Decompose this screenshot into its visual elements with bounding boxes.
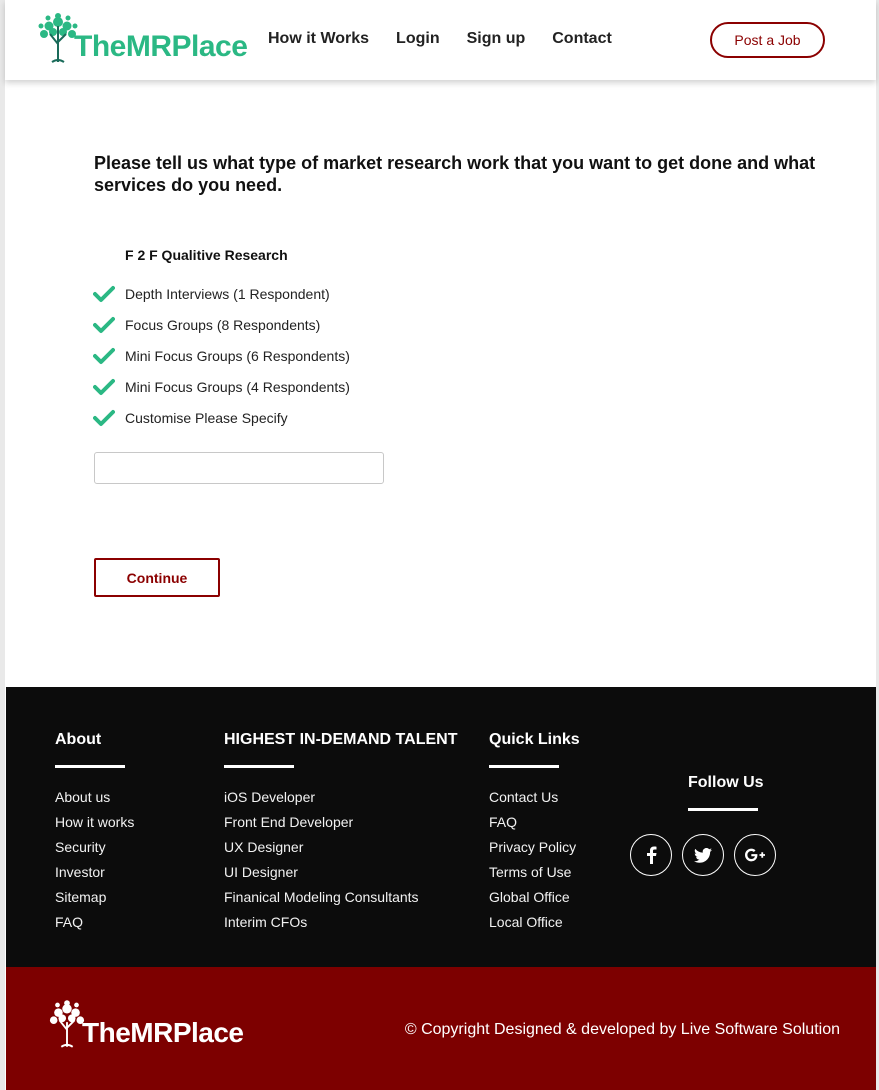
nav-contact[interactable]: Contact [552, 30, 612, 48]
footer-brand-logo[interactable]: TheMRPlace [48, 999, 244, 1049]
page-title: Please tell us what type of market resea… [94, 153, 816, 195]
footer-link[interactable]: Interim CFOs [224, 913, 457, 938]
tree-icon [49, 1000, 85, 1048]
footer-about: About About us How it works Security Inv… [55, 731, 134, 938]
facebook-icon [647, 846, 657, 864]
header: TheMRPlace How it Works Login Sign up Co… [5, 0, 876, 80]
footer-quick-links: Quick Links Contact Us FAQ Privacy Polic… [489, 731, 580, 938]
footer-link[interactable]: Security [55, 838, 134, 863]
checkmark-icon [93, 316, 115, 333]
checkmark-icon [93, 285, 115, 302]
google-plus-icon [745, 848, 765, 862]
footer-link[interactable]: Front End Developer [224, 813, 457, 838]
post-job-button[interactable]: Post a Job [710, 22, 825, 58]
footer-link[interactable]: Terms of Use [489, 863, 580, 888]
divider [688, 808, 758, 811]
nav-login[interactable]: Login [396, 30, 440, 48]
footer-link[interactable]: Contact Us [489, 788, 580, 813]
social-links [630, 834, 786, 876]
checkmark-icon [93, 347, 115, 364]
footer-link[interactable]: Global Office [489, 888, 580, 913]
footer-brand-name: TheMRPlace [82, 1017, 244, 1048]
divider [55, 765, 125, 768]
footer-link[interactable]: Investor [55, 863, 134, 888]
follow-us-title: Follow Us [688, 774, 764, 791]
brand-name: TheMRPlace [74, 30, 248, 63]
footer-link[interactable]: iOS Developer [224, 788, 457, 813]
footer-link[interactable]: How it works [55, 813, 134, 838]
main-nav: How it Works Login Sign up Contact [268, 30, 639, 48]
footer-talent-title: HIGHEST IN-DEMAND TALENT [224, 731, 458, 748]
continue-button[interactable]: Continue [94, 558, 220, 597]
google-plus-link[interactable] [734, 834, 776, 876]
brand-logo[interactable]: TheMRPlace [38, 12, 248, 64]
footer: About About us How it works Security Inv… [6, 687, 876, 967]
option-label: Customise Please Specify [125, 409, 288, 426]
footer-follow: Follow Us [688, 774, 764, 831]
divider [224, 765, 294, 768]
page: TheMRPlace How it Works Login Sign up Co… [5, 0, 876, 1090]
option-focus-groups-8[interactable]: Focus Groups (8 Respondents) [93, 309, 350, 340]
footer-about-title: About [55, 731, 102, 748]
option-customise[interactable]: Customise Please Specify [93, 402, 350, 433]
divider [489, 765, 559, 768]
option-mini-focus-groups-6[interactable]: Mini Focus Groups (6 Respondents) [93, 340, 350, 371]
specify-input[interactable] [94, 452, 384, 484]
footer-link[interactable]: FAQ [489, 813, 580, 838]
footer-link[interactable]: Privacy Policy [489, 838, 580, 863]
option-label: Depth Interviews (1 Respondent) [125, 285, 330, 302]
footer-link[interactable]: UI Designer [224, 863, 457, 888]
checkmark-icon [93, 378, 115, 395]
tree-icon [38, 13, 78, 63]
option-label: Focus Groups (8 Respondents) [125, 316, 321, 333]
footer-quick-links-title: Quick Links [489, 731, 580, 748]
facebook-link[interactable] [630, 834, 672, 876]
copyright-text: © Copyright Designed & developed by Live… [404, 1021, 840, 1038]
bottom-bar: TheMRPlace © Copyright Designed & develo… [6, 967, 876, 1090]
option-label: Mini Focus Groups (6 Respondents) [125, 347, 350, 364]
checkmark-icon [93, 409, 115, 426]
nav-sign-up[interactable]: Sign up [467, 30, 526, 48]
option-mini-focus-groups-4[interactable]: Mini Focus Groups (4 Respondents) [93, 371, 350, 402]
twitter-link[interactable] [682, 834, 724, 876]
section-label: F 2 F Qualitive Research [125, 247, 288, 263]
footer-link[interactable]: About us [55, 788, 134, 813]
service-options: Depth Interviews (1 Respondent) Focus Gr… [93, 278, 350, 433]
footer-link[interactable]: FAQ [55, 913, 134, 938]
footer-link[interactable]: Finanical Modeling Consultants [224, 888, 457, 913]
twitter-icon [694, 847, 712, 863]
footer-link[interactable]: Local Office [489, 913, 580, 938]
footer-link[interactable]: UX Designer [224, 838, 457, 863]
footer-talent: HIGHEST IN-DEMAND TALENT iOS Developer F… [224, 731, 457, 938]
option-label: Mini Focus Groups (4 Respondents) [125, 378, 350, 395]
nav-how-it-works[interactable]: How it Works [268, 30, 369, 48]
option-depth-interviews[interactable]: Depth Interviews (1 Respondent) [93, 278, 350, 309]
footer-link[interactable]: Sitemap [55, 888, 134, 913]
